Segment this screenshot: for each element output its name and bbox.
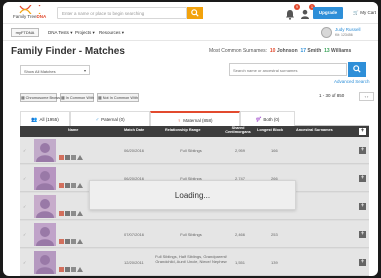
surname-count: 17: [300, 48, 306, 54]
header-shared-cm[interactable]: Shared Centimorgans: [220, 126, 256, 135]
site-search-button[interactable]: [187, 7, 203, 19]
chromosome-browser-label: Chromosome Browser: [25, 96, 64, 100]
header-ancestral-surnames[interactable]: Ancestral Surnames: [296, 128, 333, 133]
surname-search-button[interactable]: [348, 62, 366, 77]
nav-projects[interactable]: Projects ▾: [75, 30, 95, 36]
pagination-info: 1 - 30 of 850: [319, 93, 345, 98]
people-icon: 👥: [31, 117, 38, 123]
surname-link[interactable]: Smith: [307, 48, 321, 54]
myftdna-button[interactable]: myFTDNA: [11, 28, 39, 37]
female-icon: ♀: [177, 118, 182, 124]
male-icon: ♂: [95, 117, 100, 123]
cart-label: My Cart: [360, 10, 376, 15]
cart-icon: 🛒: [353, 10, 359, 15]
upgrade-button[interactable]: Upgrade: [313, 7, 343, 19]
table-header: Name Match Date Relationship Range Share…: [20, 126, 369, 137]
tab-all[interactable]: 👥 All (1955): [20, 111, 70, 126]
notifications-button[interactable]: 9: [285, 4, 300, 20]
secondary-nav: myFTDNA DNA Tests ▾ Projects ▾ Resources…: [3, 24, 378, 41]
expand-all-button[interactable]: +: [359, 128, 366, 135]
show-matches-value: Show All Matches: [24, 69, 56, 74]
site-logo[interactable]: Family TreeDNA: [11, 5, 53, 21]
both-icon: ⚤: [255, 117, 262, 123]
page-title: Family Finder - Matches: [11, 46, 125, 57]
chromosome-icon: ▦: [21, 96, 25, 100]
tab-label: Paternal (0): [101, 117, 125, 122]
tab-maternal[interactable]: ♀ Maternal (858): [150, 111, 240, 126]
top-bar: Family TreeDNA Enter a name or place to …: [3, 2, 378, 24]
tab-paternal[interactable]: ♂ Paternal (0): [70, 111, 150, 126]
logo-text: Family TreeDNA: [13, 14, 47, 19]
header-relationship[interactable]: Relationship Range: [165, 128, 200, 133]
nav-resources[interactable]: Resources ▾: [99, 30, 124, 36]
tab-label: Both (0): [263, 117, 280, 122]
match-tabs: 👥 All (1955) ♂ Paternal (0) ♀ Maternal (858…: [20, 111, 369, 126]
nav-dna-tests[interactable]: DNA Tests ▾: [48, 30, 72, 36]
surname-count: 10: [269, 48, 276, 54]
in-common-with-label: In Common With: [65, 96, 94, 100]
tab-label: Maternal (858): [183, 118, 213, 123]
loading-overlay: Loading...: [20, 137, 369, 276]
person-icon: [301, 9, 309, 19]
page: Family TreeDNA Enter a name or place to …: [3, 2, 378, 276]
search-icon: [353, 65, 361, 73]
upgrade-label: Upgrade: [318, 10, 338, 15]
common-surnames: Most Common Surnames: 10 Johnson 17 Smit…: [209, 48, 351, 54]
user-name: Judy Russell: [335, 27, 361, 32]
in-common-icon: ▦: [61, 96, 65, 100]
surname-link[interactable]: Johnson: [277, 48, 298, 54]
show-matches-select[interactable]: Show All Matches ▾: [20, 65, 90, 75]
advanced-search-link[interactable]: Advanced Search: [334, 79, 370, 84]
site-search-input[interactable]: Enter a name or place to begin searching: [57, 7, 187, 19]
search-icon: [191, 9, 199, 17]
bell-icon: [286, 10, 294, 20]
user-kit: Kit: 123456: [335, 33, 353, 37]
dna-helix-icon: [19, 5, 41, 14]
not-in-common-with-button[interactable]: ▦ Not In Common With: [97, 93, 139, 102]
not-in-common-icon: ▦: [98, 96, 102, 100]
common-surnames-label: Most Common Surnames:: [209, 48, 268, 54]
pagination-arrows[interactable]: ‹ ›: [359, 92, 374, 101]
not-in-common-with-label: Not In Common With: [102, 96, 138, 100]
tab-both[interactable]: ⚤ Both (0): [240, 111, 295, 126]
surname-search-input[interactable]: Search name or ancestral surnames: [229, 63, 347, 76]
tab-label: All (1955): [39, 117, 59, 122]
in-common-with-button[interactable]: ▦ In Common With: [60, 93, 94, 102]
my-cart-button[interactable]: 🛒 My Cart: [348, 7, 376, 19]
surname-count: 13: [324, 48, 330, 54]
user-avatar: [321, 27, 332, 38]
header-name[interactable]: Name: [68, 128, 78, 133]
chevron-down-icon: ▾: [83, 68, 86, 73]
user-menu[interactable]: Judy Russell Kit: 123456: [321, 26, 376, 40]
header-match-date[interactable]: Match Date: [124, 128, 144, 133]
messages-button[interactable]: 1: [300, 4, 315, 19]
matches-table: Name Match Date Relationship Range Share…: [20, 126, 369, 276]
chromosome-browser-button[interactable]: ▦ Chromosome Browser: [20, 93, 63, 102]
loading-dialog: Loading...: [89, 180, 296, 210]
surname-link[interactable]: Williams: [331, 48, 351, 54]
header-longest-block[interactable]: Longest Block: [257, 128, 283, 133]
window-frame: Family TreeDNA Enter a name or place to …: [0, 0, 381, 278]
